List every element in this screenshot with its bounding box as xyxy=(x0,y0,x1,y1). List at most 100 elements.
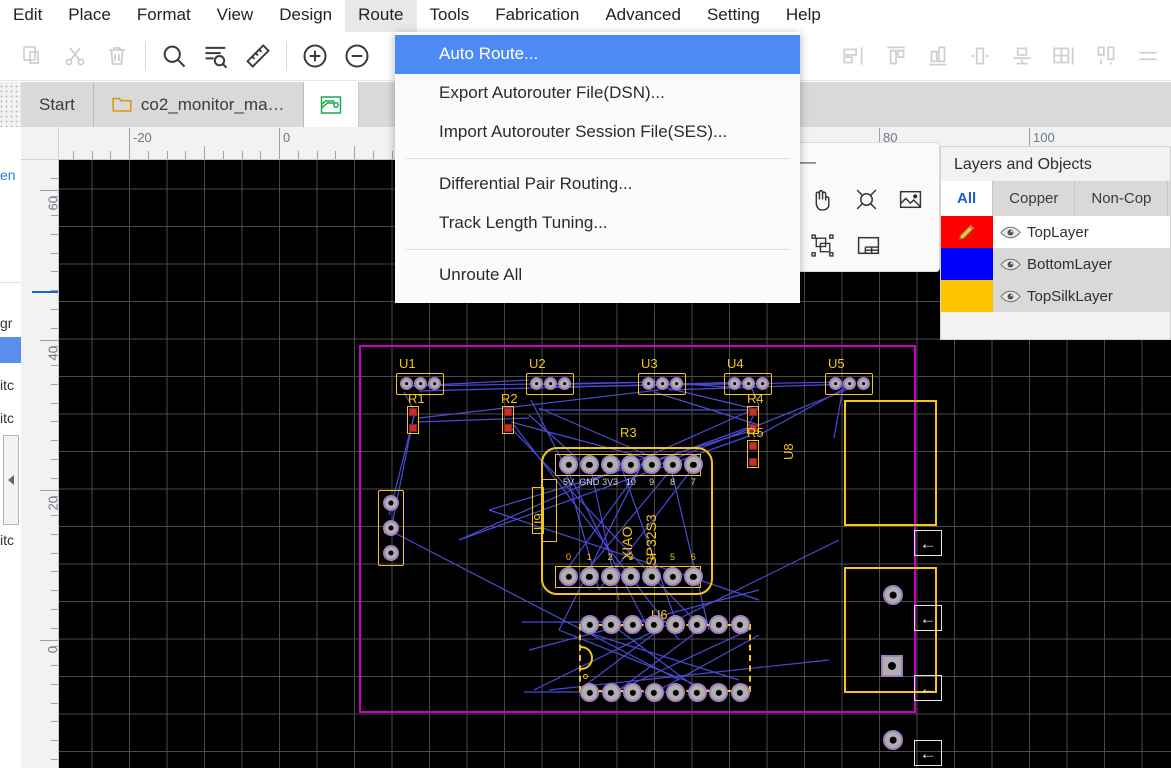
pad[interactable] xyxy=(644,615,664,634)
pad[interactable] xyxy=(749,458,757,466)
align-left-icon[interactable] xyxy=(833,35,875,77)
left-panel-text-fragment[interactable]: en xyxy=(0,167,16,183)
pad[interactable] xyxy=(504,408,512,416)
pad[interactable] xyxy=(709,683,728,702)
pan-hand-icon[interactable] xyxy=(801,179,842,219)
pad[interactable] xyxy=(663,567,682,586)
align-bottom-icon[interactable] xyxy=(917,35,959,77)
pad[interactable] xyxy=(756,377,769,390)
left-panel-text-fragment[interactable]: itc xyxy=(0,377,14,393)
left-panel-selected-row[interactable] xyxy=(0,337,21,363)
pad[interactable] xyxy=(666,615,685,634)
menu-advanced[interactable]: Advanced xyxy=(592,0,694,32)
pad[interactable] xyxy=(663,455,682,474)
align-middle-icon[interactable] xyxy=(1001,35,1043,77)
menu-design[interactable]: Design xyxy=(266,0,345,32)
pad[interactable] xyxy=(843,377,856,390)
menu-item-unroute-all[interactable]: Unroute All xyxy=(395,256,800,295)
zoom-out-icon[interactable] xyxy=(336,35,378,77)
layer-color-swatch[interactable] xyxy=(941,216,993,248)
pad[interactable] xyxy=(687,683,707,702)
pad[interactable] xyxy=(409,408,417,416)
pad[interactable] xyxy=(400,377,413,390)
ruler-vertical[interactable]: 60 40 20 0 xyxy=(21,160,59,768)
pad[interactable] xyxy=(530,377,543,390)
pad[interactable] xyxy=(504,424,512,432)
pad[interactable] xyxy=(579,455,599,474)
menu-help[interactable]: Help xyxy=(773,0,834,32)
pad[interactable] xyxy=(558,377,571,390)
pad[interactable] xyxy=(730,683,750,702)
pad[interactable] xyxy=(600,455,620,474)
tab-project[interactable]: co2_monitor_ma… xyxy=(93,82,304,127)
pad[interactable] xyxy=(683,455,703,474)
more-icon[interactable] xyxy=(1127,35,1169,77)
layout-panel-icon[interactable] xyxy=(847,225,889,265)
pad[interactable] xyxy=(670,377,683,390)
pad[interactable] xyxy=(428,377,441,390)
menu-item-import-autorouter-session-file-ses[interactable]: Import Autorouter Session File(SES)... xyxy=(395,113,800,152)
minimize-button[interactable]: — xyxy=(799,153,816,170)
left-panel-collapse-handle[interactable] xyxy=(3,435,19,525)
crosshair-target-icon[interactable] xyxy=(846,179,887,219)
left-panel-text-fragment[interactable]: itc xyxy=(0,532,14,548)
pad[interactable] xyxy=(656,377,669,390)
pad[interactable] xyxy=(749,408,757,416)
pad[interactable] xyxy=(709,615,728,634)
menu-view[interactable]: View xyxy=(204,0,267,32)
pad[interactable] xyxy=(683,567,703,586)
menu-route[interactable]: Route xyxy=(345,0,417,32)
menu-setting[interactable]: Setting xyxy=(694,0,773,32)
select-group-icon[interactable] xyxy=(801,225,843,265)
pad[interactable] xyxy=(644,683,664,702)
menu-item-export-autorouter-file-dsn[interactable]: Export Autorouter File(DSN)... xyxy=(395,74,800,113)
pad[interactable] xyxy=(601,615,621,634)
pad[interactable] xyxy=(544,377,557,390)
pad[interactable] xyxy=(623,683,642,702)
tab-start[interactable]: Start xyxy=(21,82,94,127)
eye-icon[interactable] xyxy=(993,257,1027,272)
pad[interactable] xyxy=(881,655,903,677)
pad[interactable] xyxy=(559,567,578,586)
pad[interactable] xyxy=(383,520,399,536)
layer-row[interactable]: TopSilkLayer xyxy=(941,280,1170,312)
measure-ruler-icon[interactable] xyxy=(237,35,279,77)
pad[interactable] xyxy=(414,377,427,390)
layer-color-swatch[interactable] xyxy=(941,280,993,312)
delete-icon[interactable] xyxy=(96,35,138,77)
pad[interactable] xyxy=(383,545,399,561)
pad[interactable] xyxy=(579,567,599,586)
menu-item-auto-route[interactable]: Auto Route... xyxy=(395,35,800,74)
align-top-icon[interactable] xyxy=(875,35,917,77)
pad[interactable] xyxy=(600,567,620,586)
eye-icon[interactable] xyxy=(993,289,1027,304)
search-icon[interactable] xyxy=(153,35,195,77)
layers-tab-noncop[interactable]: Non-Cop xyxy=(1075,181,1169,216)
zoom-in-icon[interactable] xyxy=(294,35,336,77)
layers-tab-copper[interactable]: Copper xyxy=(993,181,1076,216)
pad[interactable] xyxy=(730,615,750,634)
find-list-icon[interactable] xyxy=(195,35,237,77)
left-panel-text-fragment[interactable]: itc xyxy=(0,410,14,426)
distribute-spacing-icon[interactable] xyxy=(1085,35,1127,77)
pad[interactable] xyxy=(666,683,685,702)
layer-color-swatch[interactable] xyxy=(941,248,993,280)
menu-item-track-length-tuning[interactable]: Track Length Tuning... xyxy=(395,204,800,243)
menu-edit[interactable]: Edit xyxy=(0,0,55,32)
pad[interactable] xyxy=(728,377,741,390)
pad[interactable] xyxy=(883,730,903,750)
pad[interactable] xyxy=(559,455,578,474)
pad[interactable] xyxy=(580,615,599,634)
pad[interactable] xyxy=(857,377,870,390)
pad[interactable] xyxy=(409,424,417,432)
pad[interactable] xyxy=(383,495,399,511)
pad[interactable] xyxy=(742,377,755,390)
layers-tab-all[interactable]: All xyxy=(941,181,994,216)
distribute-horizontal-icon[interactable] xyxy=(1043,35,1085,77)
left-panel-text-fragment[interactable]: gr xyxy=(0,315,12,331)
pad[interactable] xyxy=(687,615,707,634)
image-icon[interactable] xyxy=(890,179,931,219)
eye-icon[interactable] xyxy=(993,225,1027,240)
pad[interactable] xyxy=(829,377,842,390)
pad[interactable] xyxy=(749,442,757,450)
